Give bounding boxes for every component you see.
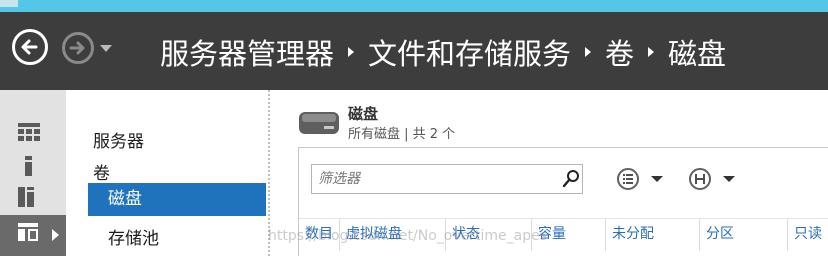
breadcrumb: 服务器管理器 文件和存储服务 卷 磁盘 [160,32,726,72]
nav-item-disks[interactable]: 磁盘 [88,183,266,216]
save-icon [689,168,711,190]
window-title-strip [0,0,828,12]
breadcrumb-item-volumes[interactable]: 卷 [605,31,634,73]
nav-item-servers[interactable]: 服务器 [93,127,144,152]
back-arrow-icon [21,39,38,55]
breadcrumb-item-server-manager[interactable]: 服务器管理器 [160,31,334,73]
chevron-down-icon [651,176,663,182]
column-header-read-only[interactable]: 只读 [787,219,828,251]
window-corner [0,0,18,7]
forward-button[interactable] [62,32,94,64]
dashboard-icon[interactable] [18,123,40,143]
breadcrumb-separator-icon [348,47,355,57]
icon-sidebar [0,90,66,256]
local-server-icon[interactable] [18,156,40,176]
all-servers-icon[interactable] [18,187,40,207]
navigation-panel: 服务器 卷 磁盘 存储池 [66,90,268,256]
watermark-text: https://blog.csdn.net/No_overtime_apes [268,228,548,244]
forward-arrow-icon [69,41,85,55]
breadcrumb-item-file-storage[interactable]: 文件和存储服务 [368,31,571,73]
header-bar: 服务器管理器 文件和存储服务 卷 磁盘 [0,12,828,90]
page-subtitle: 所有磁盘 | 共 2 个 [348,127,456,142]
search-icon[interactable] [562,169,580,189]
chevron-down-icon [723,176,735,182]
breadcrumb-separator-icon [648,47,655,57]
nav-item-storage-pools[interactable]: 存储池 [108,224,159,249]
disk-icon [299,112,339,134]
filter-input[interactable] [318,169,548,189]
page-title: 磁盘 [348,105,379,123]
list-icon [617,168,639,190]
file-storage-icon[interactable] [18,223,40,243]
history-chevron-down-icon[interactable] [100,45,112,52]
column-header-partition[interactable]: 分区 [699,219,787,251]
back-button[interactable] [12,29,48,65]
column-header-unallocated[interactable]: 未分配 [605,219,699,251]
filter-box [311,164,583,194]
expand-arrow-icon[interactable] [52,229,59,241]
list-options-button[interactable] [617,165,671,193]
breadcrumb-separator-icon [585,47,592,57]
nav-item-volumes[interactable]: 卷 [93,159,110,184]
breadcrumb-item-disks: 磁盘 [668,37,727,71]
save-options-button[interactable] [689,165,743,193]
